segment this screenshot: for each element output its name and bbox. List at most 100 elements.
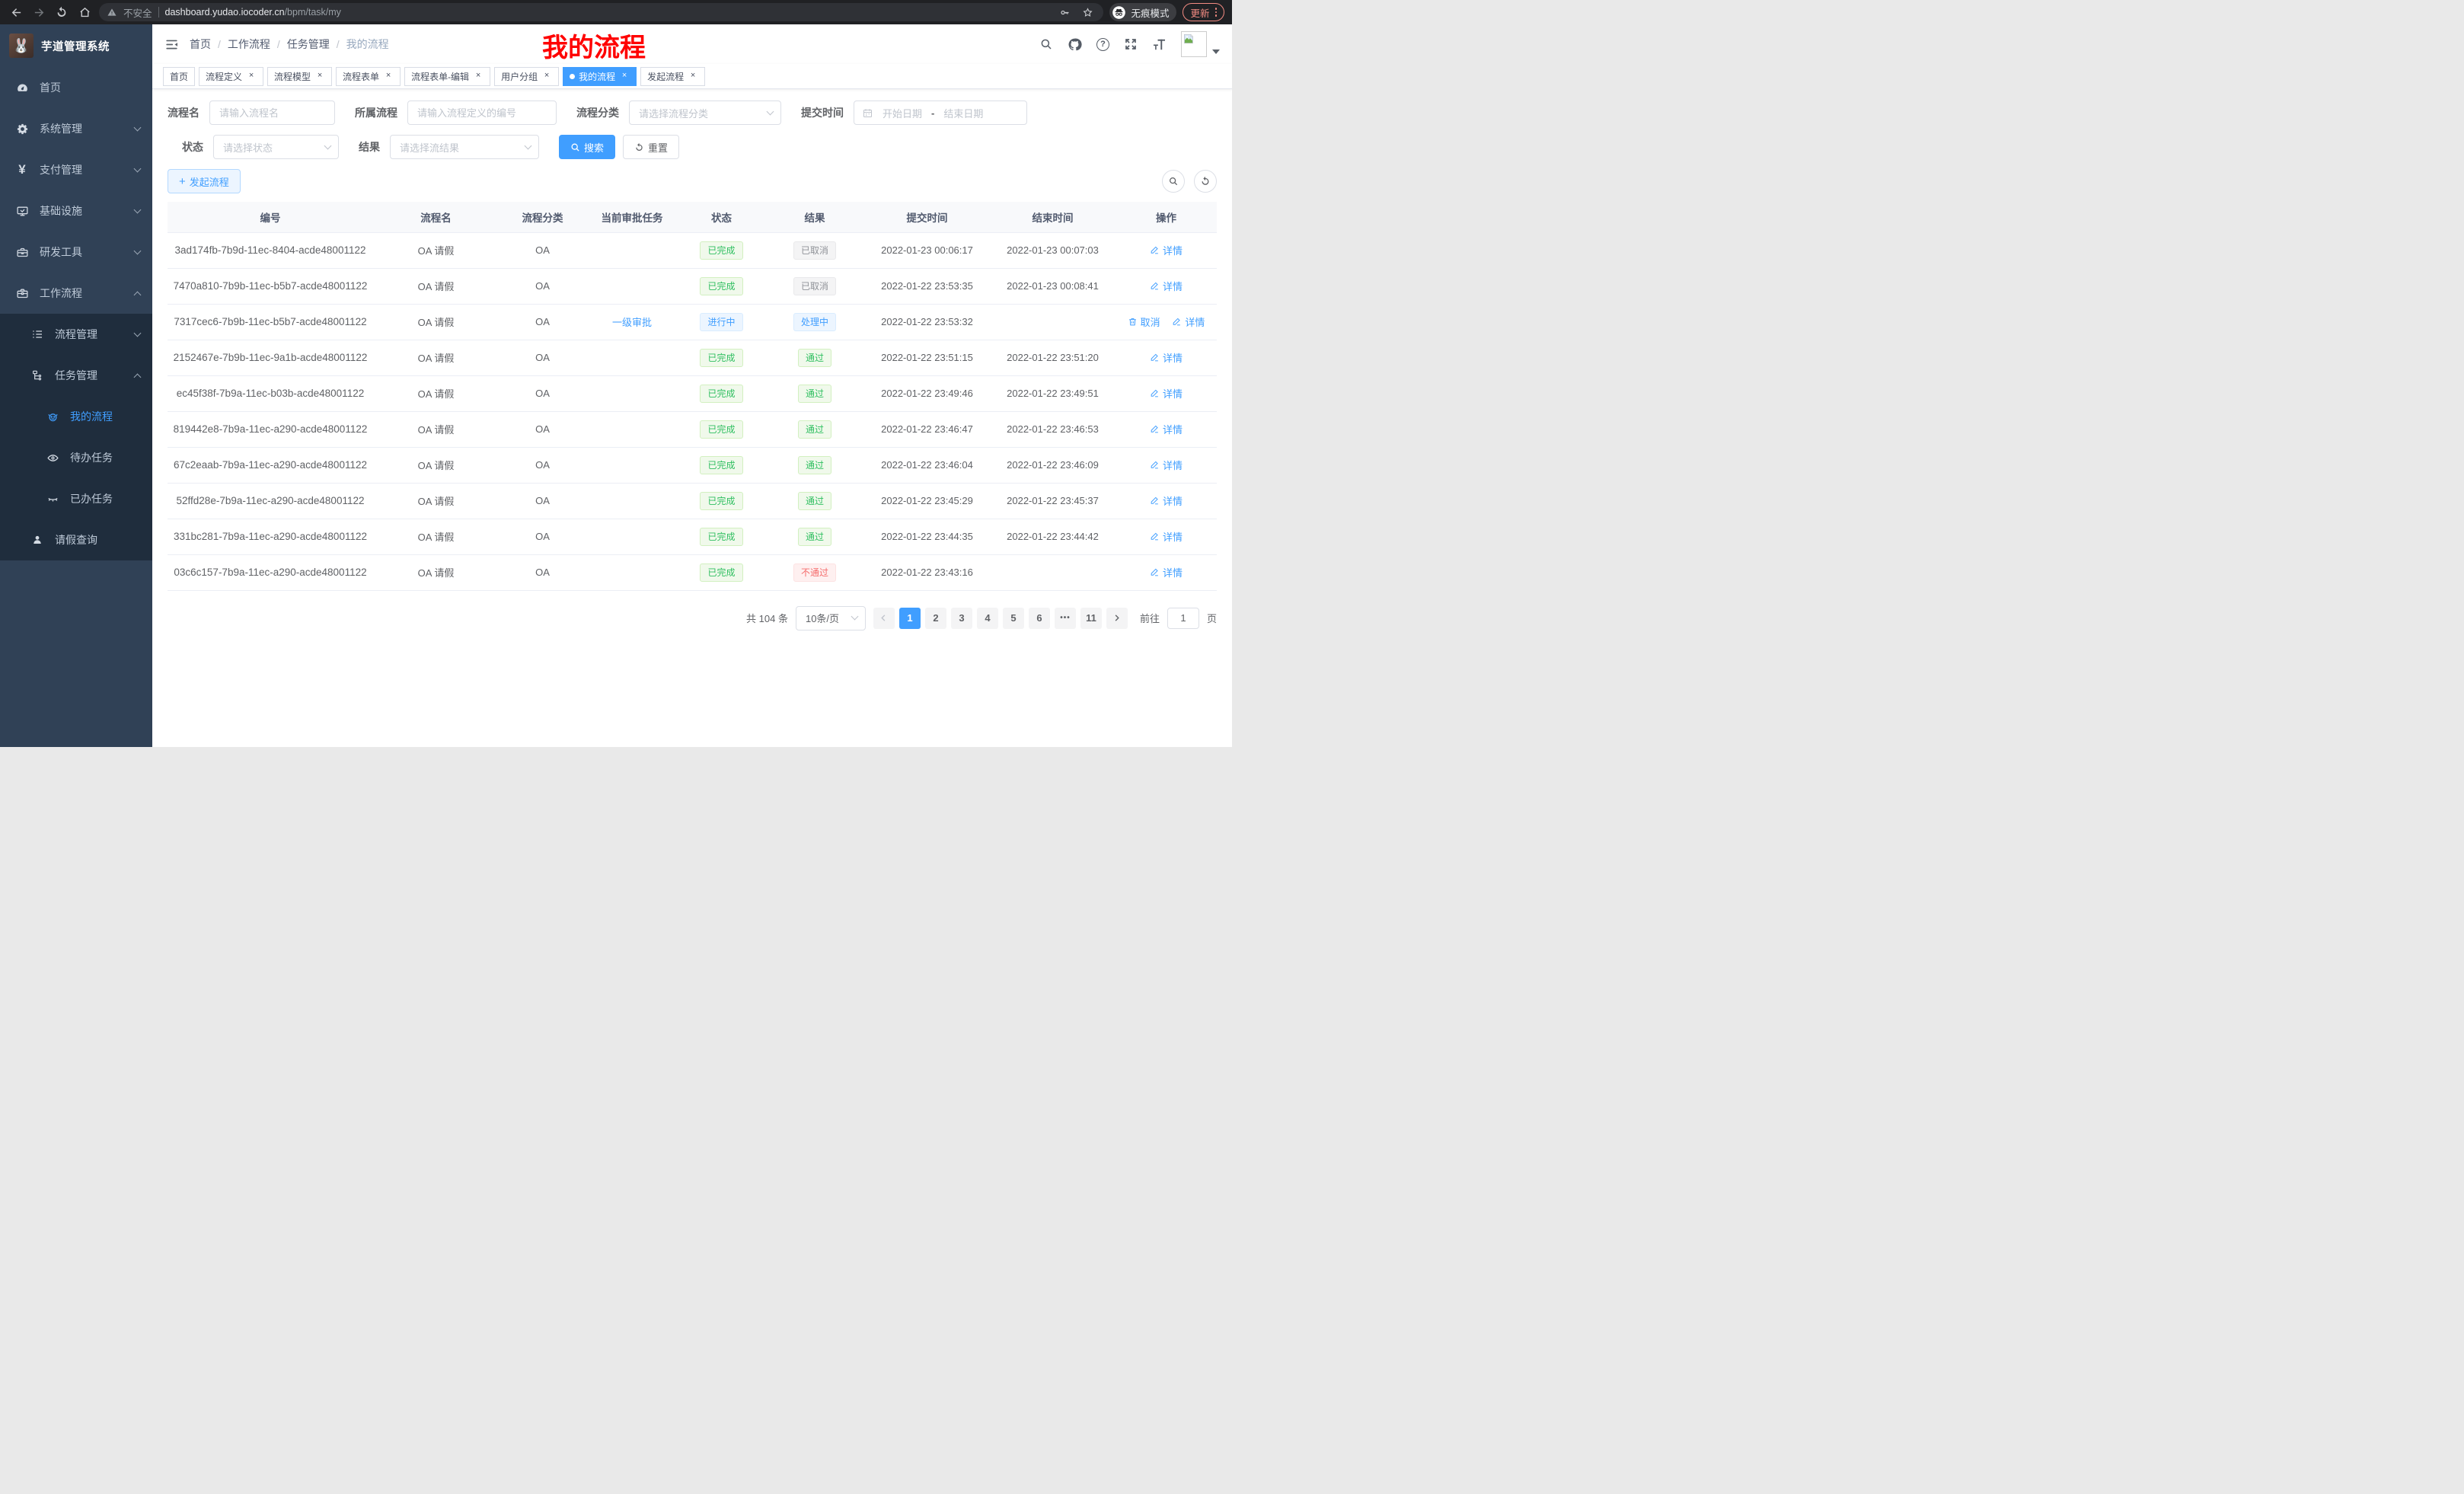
help-icon[interactable]: ? <box>1096 38 1109 51</box>
breadcrumb-item[interactable]: 任务管理 <box>287 37 330 52</box>
result-select[interactable]: 请选择流结果 <box>390 135 539 159</box>
submit-time: 2022-01-22 23:44:35 <box>864 519 990 554</box>
detail-link[interactable]: 详情 <box>1150 243 1183 257</box>
detail-link[interactable]: 详情 <box>1172 314 1205 329</box>
warning-icon <box>107 7 117 18</box>
detail-link[interactable]: 详情 <box>1150 565 1183 579</box>
close-icon[interactable]: × <box>246 71 257 81</box>
current-task <box>586 519 678 554</box>
chevron-up-icon <box>134 373 142 381</box>
end-time: 2022-01-23 00:08:41 <box>990 268 1116 304</box>
sidebar-item-todo-tasks[interactable]: 待办任务 <box>0 437 152 478</box>
close-icon[interactable]: × <box>473 71 484 81</box>
page-button[interactable]: 11 <box>1080 608 1102 629</box>
category-select[interactable]: 请选择流程分类 <box>629 101 781 125</box>
status-select[interactable]: 请选择状态 <box>213 135 339 159</box>
detail-link[interactable]: 详情 <box>1150 279 1183 293</box>
github-icon[interactable] <box>1068 37 1082 52</box>
sidebar-item-leave-query[interactable]: 请假查询 <box>0 519 152 560</box>
sidebar-item-done-tasks[interactable]: 已办任务 <box>0 478 152 519</box>
detail-link[interactable]: 详情 <box>1150 386 1183 401</box>
sidebar-item-infra[interactable]: 基础设施 <box>0 190 152 231</box>
reset-button[interactable]: 重置 <box>623 135 679 159</box>
close-icon[interactable]: × <box>688 71 698 81</box>
sidebar-item-payment[interactable]: ¥ 支付管理 <box>0 149 152 190</box>
tab-process-model[interactable]: 流程模型× <box>267 67 332 86</box>
sidebar-item-task-mgmt[interactable]: 任务管理 <box>0 355 152 396</box>
detail-link[interactable]: 详情 <box>1150 422 1183 436</box>
reload-icon[interactable] <box>53 4 70 21</box>
prev-page-button[interactable] <box>873 608 895 629</box>
avatar[interactable] <box>1181 31 1207 57</box>
close-icon[interactable]: × <box>383 71 394 81</box>
chevron-down-icon <box>134 123 142 131</box>
page-size-select[interactable]: 10条/页 <box>796 606 866 630</box>
submit-time: 2022-01-22 23:45:29 <box>864 483 990 519</box>
close-icon[interactable]: × <box>314 71 325 81</box>
page-button[interactable]: 3 <box>951 608 972 629</box>
more-pages-button[interactable]: ••• <box>1055 608 1076 629</box>
tab-start-process[interactable]: 发起流程× <box>640 67 705 86</box>
update-button[interactable]: 更新 <box>1183 3 1224 21</box>
current-task <box>586 340 678 375</box>
table-header: 编号 流程名 流程分类 当前审批任务 状态 结果 提交时间 结束时间 操作 <box>168 202 1217 232</box>
close-icon[interactable]: × <box>541 71 552 81</box>
detail-link[interactable]: 详情 <box>1150 493 1183 508</box>
tab-home[interactable]: 首页 <box>163 67 195 86</box>
table-row: 331bc281-7b9a-11ec-a290-acde48001122 OA … <box>168 519 1217 554</box>
submit-time-range-picker[interactable]: 开始日期 - 结束日期 <box>854 101 1027 125</box>
toggle-search-icon[interactable] <box>1162 170 1185 193</box>
search-icon[interactable] <box>1039 37 1053 51</box>
sidebar-item-workflow[interactable]: 工作流程 <box>0 273 152 314</box>
collapse-sidebar-icon[interactable] <box>164 37 179 52</box>
status-badge: 已完成 <box>700 563 742 582</box>
tab-process-form-edit[interactable]: 流程表单-编辑× <box>404 67 490 86</box>
sidebar-item-system[interactable]: 系统管理 <box>0 108 152 149</box>
fontsize-icon[interactable] <box>1152 37 1167 52</box>
process-name-input[interactable] <box>209 101 335 125</box>
forward-icon[interactable] <box>30 4 47 21</box>
sidebar-item-home[interactable]: 首页 <box>0 67 152 108</box>
detail-link[interactable]: 详情 <box>1150 458 1183 472</box>
page-button[interactable]: 1 <box>899 608 921 629</box>
fullscreen-icon[interactable] <box>1124 37 1138 51</box>
tab-user-group[interactable]: 用户分组× <box>494 67 559 86</box>
next-page-button[interactable] <box>1106 608 1128 629</box>
detail-link[interactable]: 详情 <box>1150 350 1183 365</box>
sidebar-item-process-mgmt[interactable]: 流程管理 <box>0 314 152 355</box>
sidebar-item-devtools[interactable]: 研发工具 <box>0 231 152 273</box>
close-icon[interactable]: × <box>619 71 630 81</box>
process-definition-input[interactable] <box>407 101 557 125</box>
tab-process-form[interactable]: 流程表单× <box>336 67 401 86</box>
flow-icon <box>30 369 44 381</box>
page-button[interactable]: 4 <box>977 608 998 629</box>
browser-menu-icon[interactable] <box>1215 8 1218 17</box>
page-button[interactable]: 6 <box>1029 608 1050 629</box>
tab-my-process[interactable]: 我的流程× <box>563 67 637 86</box>
back-icon[interactable] <box>8 4 24 21</box>
refresh-icon[interactable] <box>1194 170 1217 193</box>
process-name: OA 请假 <box>373 447 499 483</box>
detail-link[interactable]: 详情 <box>1150 529 1183 544</box>
breadcrumb-item[interactable]: 首页 <box>190 37 211 52</box>
sidebar-item-label: 基础设施 <box>40 203 135 219</box>
user-menu[interactable] <box>1181 31 1220 57</box>
process-name: OA 请假 <box>373 340 499 375</box>
home-icon[interactable] <box>76 4 93 21</box>
star-icon[interactable] <box>1079 4 1096 21</box>
key-icon[interactable] <box>1056 4 1073 21</box>
status-badge: 已完成 <box>700 420 742 439</box>
page-button[interactable]: 2 <box>925 608 946 629</box>
goto-page-input[interactable] <box>1167 608 1199 629</box>
address-bar[interactable]: 不安全 dashboard.yudao.iocoder.cn/bpm/task/… <box>99 3 1103 21</box>
search-button[interactable]: 搜索 <box>559 135 615 159</box>
sidebar-item-my-process[interactable]: 我的流程 <box>0 396 152 437</box>
breadcrumb-item[interactable]: 工作流程 <box>228 37 270 52</box>
create-process-button[interactable]: + 发起流程 <box>168 169 241 193</box>
page-button[interactable]: 5 <box>1003 608 1024 629</box>
current-task-link[interactable]: 一级审批 <box>612 317 652 328</box>
end-time: 2022-01-22 23:46:53 <box>990 411 1116 447</box>
tab-process-definition[interactable]: 流程定义× <box>199 67 263 86</box>
breadcrumb-separator: / <box>277 38 280 50</box>
cancel-link[interactable]: 取消 <box>1128 314 1160 329</box>
